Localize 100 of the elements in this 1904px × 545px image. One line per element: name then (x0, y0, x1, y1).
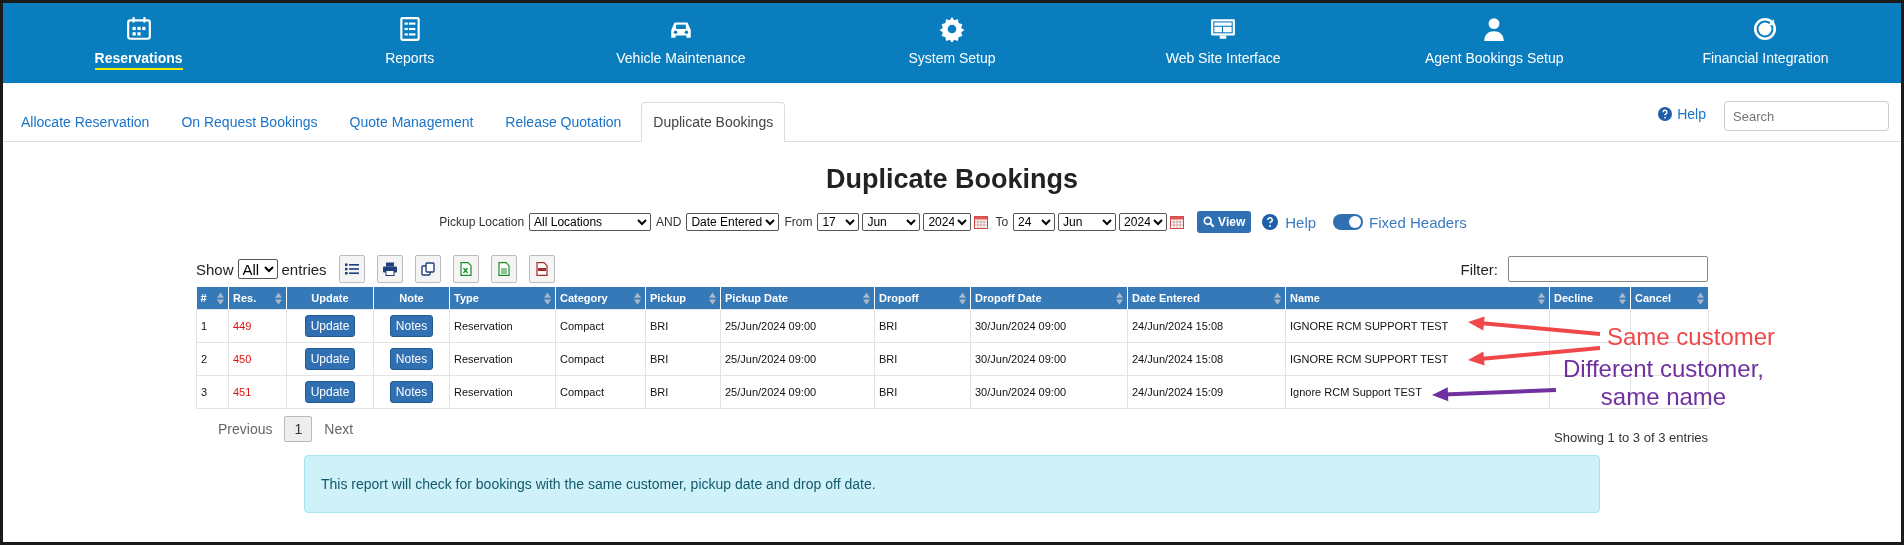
search-field[interactable]: Search (1724, 101, 1889, 131)
excel-button[interactable] (452, 255, 479, 283)
calendar-icon[interactable] (1170, 215, 1185, 229)
info-message: This report will check for bookings with the same customer, pickup date and drop off date. (304, 455, 1600, 513)
toggle-switch[interactable] (1333, 214, 1364, 230)
table-cell: BRI (874, 342, 971, 376)
location-select[interactable]: All Locations (529, 213, 652, 231)
sort-icon (863, 291, 870, 305)
column-header[interactable]: Pickup (645, 287, 721, 310)
date-select[interactable]: 17 (817, 213, 860, 231)
table-cell: Compact (555, 342, 646, 376)
table-cell: 450 (228, 342, 287, 376)
tab[interactable]: On Request Bookings (169, 102, 330, 142)
settings-icon (939, 16, 965, 42)
date-select[interactable]: 24 (1013, 213, 1056, 231)
sort-icon (1274, 291, 1281, 305)
table-cell: BRI (645, 342, 721, 376)
column-list-button[interactable] (338, 255, 365, 283)
sort-icon (544, 291, 551, 305)
column-header[interactable]: Res. (228, 287, 287, 310)
tab[interactable]: Quote Management (337, 102, 486, 142)
previous-link[interactable]: Previous (206, 421, 285, 437)
nav-item[interactable]: System Setup (816, 3, 1088, 83)
calendar-icon (125, 16, 152, 42)
table-cell: IGNORE RCM SUPPORT TEST (1285, 309, 1550, 343)
monitor-icon (1210, 16, 1237, 42)
table-cell: Compact (555, 375, 646, 409)
column-header[interactable]: Cancel (1630, 287, 1709, 310)
search-icon (1203, 216, 1216, 228)
column-header[interactable]: Name (1285, 287, 1550, 310)
table-cell: BRI (645, 309, 721, 343)
nav-item[interactable]: Financial Integration (1629, 3, 1901, 83)
help-link[interactable]: Help (1285, 213, 1317, 231)
fixed-headers-label: Fixed Headers (1369, 213, 1467, 231)
column-header[interactable]: Decline (1549, 287, 1631, 310)
table-cell: 25/Jun/2024 09:00 (720, 375, 875, 409)
pdf-button[interactable] (528, 255, 555, 283)
update-button[interactable]: Update (304, 381, 356, 403)
column-header[interactable]: Update (286, 287, 374, 310)
column-header[interactable]: Note (373, 287, 450, 310)
tab[interactable]: Allocate Reservation (9, 102, 162, 142)
nav-item[interactable]: Agent Bookings Setup (1358, 3, 1630, 83)
sort-icon (959, 291, 966, 305)
calendar-icon[interactable] (974, 215, 989, 229)
tab[interactable]: Duplicate Bookings (641, 102, 786, 142)
table-cell: 24/Jun/2024 15:08 (1127, 309, 1286, 343)
nav-item[interactable]: Web Site Interface (1087, 3, 1359, 83)
column-header[interactable]: Type (449, 287, 556, 310)
document-icon (496, 262, 511, 276)
next-link[interactable]: Next (312, 421, 366, 437)
table-cell: 3 (196, 375, 229, 409)
sort-icon (1538, 291, 1545, 305)
column-header[interactable]: Dropoff Date (970, 287, 1128, 310)
table-cell: Compact (555, 309, 646, 343)
column-header[interactable]: Dropoff (874, 287, 971, 310)
sort-icon (1116, 291, 1123, 305)
nav-item[interactable]: Reservations (3, 3, 275, 83)
page-size-select[interactable]: All (237, 259, 278, 279)
annotation-text: Different customer, same name (1563, 355, 1764, 411)
table-cell: 449 (228, 309, 287, 343)
from-label: From (784, 215, 813, 229)
help-link[interactable]: Help (1677, 106, 1706, 122)
print-button[interactable] (376, 255, 403, 283)
date-select[interactable]: 2024 (1119, 213, 1168, 231)
list-icon (344, 262, 359, 276)
notes-button[interactable]: Notes (389, 315, 434, 337)
sort-icon (709, 291, 716, 305)
help-icon (1262, 214, 1279, 230)
date-select[interactable]: Jun (862, 213, 921, 231)
page-title: Duplicate Bookings (826, 164, 1078, 195)
help-icon (1658, 107, 1673, 121)
sort-icon (275, 291, 282, 305)
table-cell: Reservation (449, 375, 556, 409)
printer-icon (382, 262, 397, 276)
update-button[interactable]: Update (304, 348, 356, 370)
show-label: Show (196, 260, 234, 278)
date-select[interactable]: 2024 (923, 213, 972, 231)
view-button[interactable]: View (1197, 211, 1252, 233)
column-header[interactable]: Date Entered (1127, 287, 1286, 310)
table-cell: 24/Jun/2024 15:08 (1127, 342, 1286, 376)
filter-field[interactable] (1508, 256, 1708, 282)
entries-label: entries (281, 260, 327, 278)
column-header[interactable]: Pickup Date (720, 287, 875, 310)
column-header[interactable]: # (196, 287, 229, 310)
update-button[interactable]: Update (304, 315, 356, 337)
table-cell: 451 (228, 375, 287, 409)
date-type-select[interactable]: Date Entered (686, 213, 780, 231)
date-select[interactable]: Jun (1058, 213, 1117, 231)
notes-button[interactable]: Notes (389, 348, 434, 370)
tab[interactable]: Release Quotation (493, 102, 634, 142)
sort-icon (1619, 291, 1626, 305)
notes-button[interactable]: Notes (389, 381, 434, 403)
column-header[interactable]: Category (555, 287, 646, 310)
nav-item[interactable]: Reports (274, 3, 546, 83)
nav-item[interactable]: Vehicle Maintenance (545, 3, 817, 83)
table-cell: 25/Jun/2024 09:00 (720, 309, 875, 343)
page-button[interactable]: 1 (284, 416, 313, 442)
table-cell: 30/Jun/2024 09:00 (970, 375, 1128, 409)
csv-button[interactable] (490, 255, 517, 283)
copy-button[interactable] (414, 255, 441, 283)
